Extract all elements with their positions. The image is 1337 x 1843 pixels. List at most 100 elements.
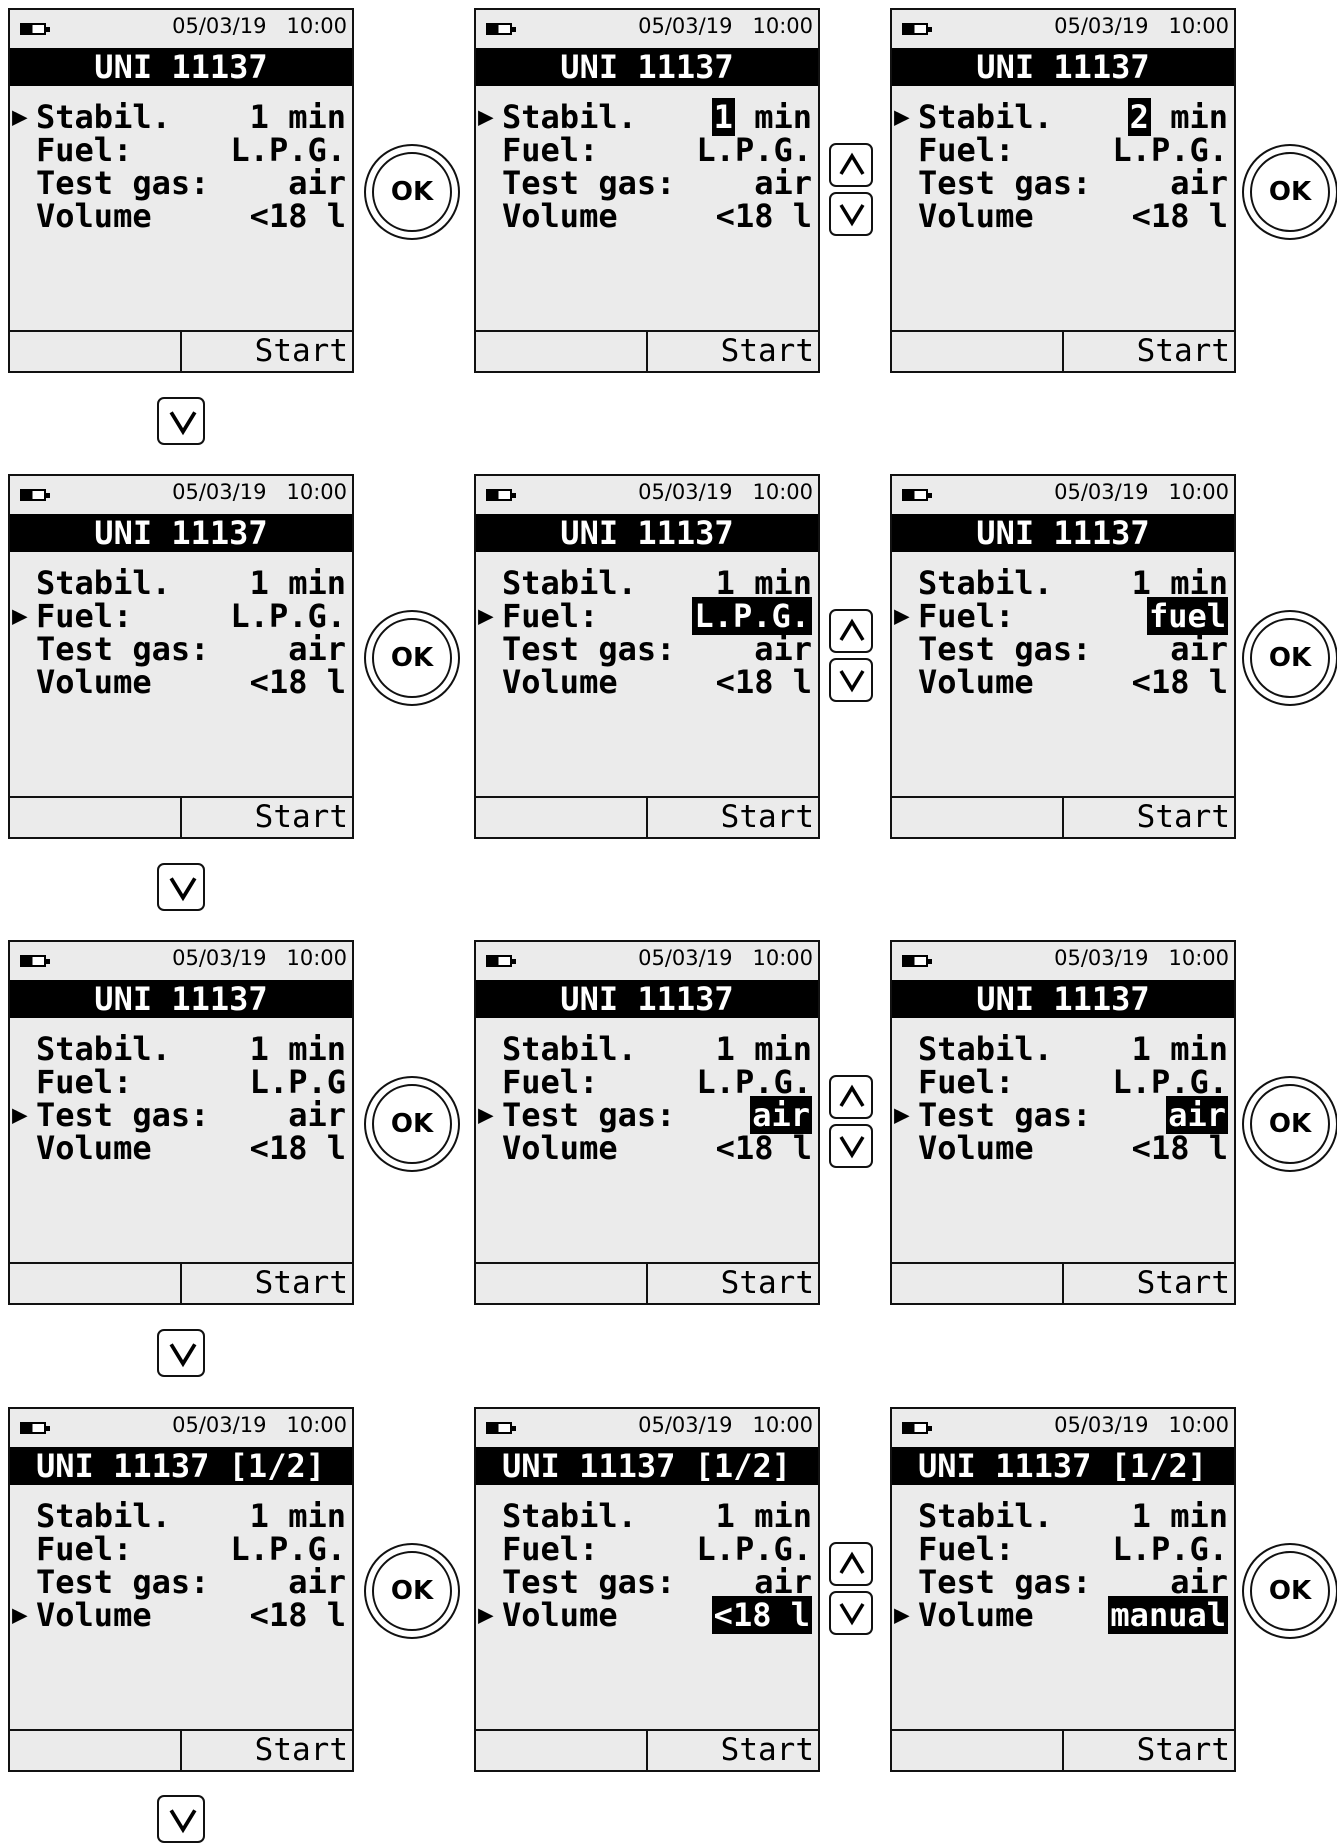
date-text: 05/03/19 [172, 946, 267, 970]
screen-title: UNI 11137 [892, 514, 1234, 552]
ok-button[interactable]: OK [1242, 1543, 1337, 1639]
menu-row-volume[interactable]: ▶ Volume <18 l [10, 1596, 346, 1634]
volume-value: <18 l [716, 197, 812, 235]
softkey-left[interactable] [10, 332, 182, 371]
start-softkey[interactable]: Start [721, 332, 814, 371]
ok-label: OK [390, 1576, 434, 1606]
menu-row-volume[interactable]: ▶ Volume <18 l [476, 1596, 812, 1634]
ok-button[interactable]: OK [1242, 144, 1337, 240]
ok-label: OK [1268, 1109, 1312, 1139]
ok-label: OK [390, 643, 434, 673]
status-bar: 05/03/19 10:00 [476, 10, 818, 46]
menu-row-volume[interactable]: Volume <18 l [10, 1129, 346, 1167]
time-text: 10:00 [286, 946, 347, 970]
up-arrow-key-icon[interactable] [829, 609, 873, 653]
start-softkey[interactable]: Start [721, 1731, 814, 1770]
volume-value-text: <18 l [249, 663, 346, 701]
volume-label: Volume [502, 1596, 618, 1634]
softkey-left[interactable] [892, 332, 1064, 371]
volume-value: <18 l [250, 1129, 346, 1167]
start-softkey[interactable]: Start [255, 1731, 348, 1770]
volume-label: Volume [502, 663, 618, 701]
softkey-left[interactable] [892, 1264, 1064, 1303]
down-arrow-key-icon[interactable] [157, 397, 205, 445]
time-text: 10:00 [1168, 480, 1229, 504]
volume-label: Volume [36, 663, 152, 701]
ok-button[interactable]: OK [1242, 1076, 1337, 1172]
date-text: 05/03/19 [1054, 14, 1149, 38]
device-screen: 05/03/19 10:00 UNI 11137 ▶ Stabil. 2 min Fuel… [890, 8, 1236, 373]
down-arrow-key-icon[interactable] [157, 863, 205, 911]
status-bar: 05/03/19 10:00 [892, 1409, 1234, 1445]
menu-row-volume[interactable]: ▶ Volume manual [892, 1596, 1228, 1634]
softkey-left[interactable] [892, 1731, 1064, 1770]
screen-title: UNI 11137 [10, 48, 352, 86]
device-screen: 05/03/19 10:00 UNI 11137 ▶ Stabil. 1 min Fuel… [474, 8, 820, 373]
down-arrow-key-icon[interactable] [829, 658, 873, 702]
start-softkey[interactable]: Start [721, 1264, 814, 1303]
battery-half-icon [20, 489, 50, 501]
date-time: 05/03/19 10:00 [172, 480, 347, 504]
start-softkey[interactable]: Start [1137, 332, 1230, 371]
down-arrow-key-icon[interactable] [829, 1591, 873, 1635]
up-arrow-key-icon[interactable] [829, 1542, 873, 1586]
menu-row-volume[interactable]: Volume <18 l [476, 1129, 812, 1167]
menu-row-volume[interactable]: Volume <18 l [892, 663, 1228, 701]
status-bar: 05/03/19 10:00 [892, 942, 1234, 978]
down-arrow-key-icon[interactable] [157, 1329, 205, 1377]
softkey-left[interactable] [10, 1264, 182, 1303]
softkey-left[interactable] [476, 332, 648, 371]
softkey-left[interactable] [892, 798, 1064, 837]
volume-label: Volume [502, 1129, 618, 1167]
softkey-left[interactable] [10, 798, 182, 837]
menu-row-volume[interactable]: Volume <18 l [476, 197, 812, 235]
down-arrow-key-icon[interactable] [829, 1124, 873, 1168]
start-softkey[interactable]: Start [1137, 1731, 1230, 1770]
volume-value-text: <18 l [715, 1129, 812, 1167]
screen-title: UNI 11137 [892, 48, 1234, 86]
menu-row-volume[interactable]: Volume <18 l [476, 663, 812, 701]
volume-value-text: <18 l [715, 197, 812, 235]
time-text: 10:00 [752, 1413, 813, 1437]
ok-label: OK [1268, 177, 1312, 207]
device-screen: 05/03/19 10:00 UNI 11137 Stabil. 1 min ▶ Fuel… [474, 474, 820, 839]
softkey-left[interactable] [476, 798, 648, 837]
screen-title: UNI 11137 [476, 514, 818, 552]
start-softkey[interactable]: Start [721, 798, 814, 837]
start-softkey[interactable]: Start [1137, 1264, 1230, 1303]
softkey-left[interactable] [10, 1731, 182, 1770]
battery-half-icon [902, 489, 932, 501]
start-softkey[interactable]: Start [255, 798, 348, 837]
start-softkey[interactable]: Start [255, 1264, 348, 1303]
ok-button[interactable]: OK [364, 610, 460, 706]
date-time: 05/03/19 10:00 [1054, 946, 1229, 970]
down-arrow-key-icon[interactable] [157, 1795, 205, 1843]
volume-value: <18 l [250, 197, 346, 235]
ok-button[interactable]: OK [364, 144, 460, 240]
down-arrow-key-icon[interactable] [829, 192, 873, 236]
start-softkey[interactable]: Start [255, 332, 348, 371]
battery-half-icon [20, 23, 50, 35]
battery-half-icon [486, 955, 516, 967]
volume-value: <18 l [250, 663, 346, 701]
screen-title: UNI 11137 [1/2] [476, 1447, 818, 1485]
menu-row-volume[interactable]: Volume <18 l [10, 197, 346, 235]
menu-row-volume[interactable]: Volume <18 l [10, 663, 346, 701]
softkey-bar: Start [476, 796, 818, 837]
volume-value: manual [1108, 1596, 1228, 1634]
date-text: 05/03/19 [638, 946, 733, 970]
volume-value-text: <18 l [1131, 197, 1228, 235]
up-arrow-key-icon[interactable] [829, 143, 873, 187]
ok-button[interactable]: OK [364, 1076, 460, 1172]
ok-button[interactable]: OK [1242, 610, 1337, 706]
softkey-left[interactable] [476, 1731, 648, 1770]
menu-row-volume[interactable]: Volume <18 l [892, 1129, 1228, 1167]
menu-row-volume[interactable]: Volume <18 l [892, 197, 1228, 235]
volume-value: <18 l [1132, 663, 1228, 701]
softkey-left[interactable] [476, 1264, 648, 1303]
up-arrow-key-icon[interactable] [829, 1075, 873, 1119]
ok-button[interactable]: OK [364, 1543, 460, 1639]
start-softkey[interactable]: Start [1137, 798, 1230, 837]
date-time: 05/03/19 10:00 [172, 1413, 347, 1437]
selection-arrow-icon: ▶ [894, 1600, 910, 1630]
